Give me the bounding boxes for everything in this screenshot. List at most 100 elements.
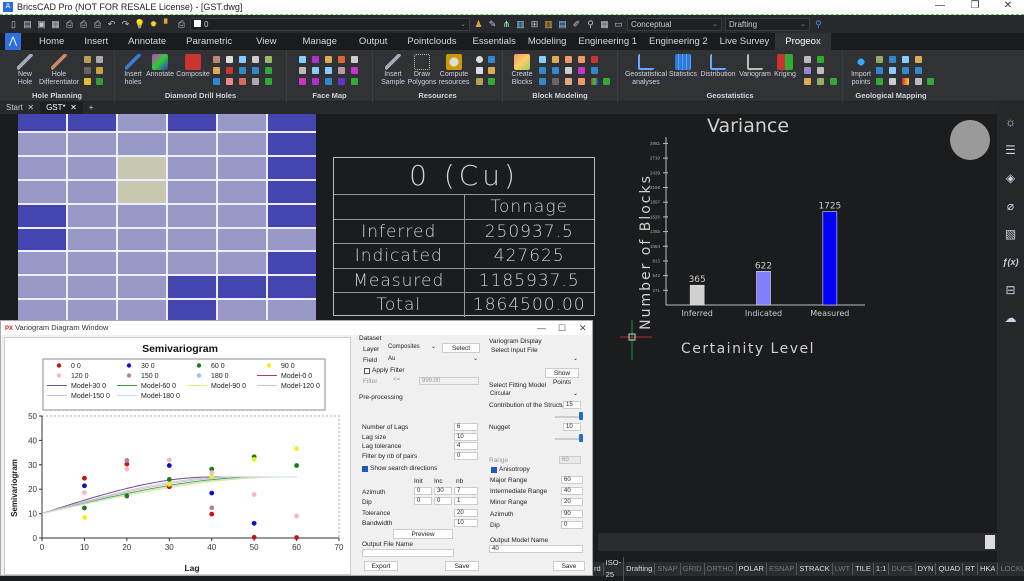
function-icon[interactable]: ƒ(x) [997,248,1024,276]
tool-icon[interactable] [876,56,883,63]
display-save-button[interactable]: Save [553,561,585,571]
tool-icon[interactable] [312,78,319,85]
minimize-button[interactable]: — [930,0,950,11]
tool-icon[interactable] [915,67,922,74]
table-icon[interactable]: ▤ [557,19,568,30]
tool-icon[interactable] [817,56,824,63]
tool-icon[interactable] [252,67,259,74]
filter-pairs-select[interactable] [429,452,449,460]
tool-icon[interactable] [591,67,598,74]
tool-icon[interactable] [539,67,546,74]
nugget-slider-thumb[interactable] [579,434,583,442]
tool-icon[interactable] [902,67,909,74]
variogram-button[interactable]: Variogram [738,54,772,79]
status-toggle-snap[interactable]: SNAP [655,563,681,575]
pencil-icon[interactable] [96,67,103,74]
navigation-wheel-icon[interactable] [950,120,990,160]
layers-prop-icon[interactable]: ▥ [543,19,554,30]
geostatistical-analyses-button[interactable]: Geostatistical analyses [624,54,668,87]
export-button[interactable]: Export [364,561,398,571]
filter-value-spinner[interactable]: 999.00 [419,377,479,385]
insert-sample-button[interactable]: Insert Sample [379,54,407,87]
tool-icon[interactable] [591,78,598,85]
sliders-icon[interactable]: ☰ [997,136,1024,164]
checkbox-icon[interactable] [351,78,358,85]
select-input-select[interactable]: ⌄ [488,356,580,364]
new-file-icon[interactable]: ▯ [8,19,19,30]
tool-icon[interactable] [817,67,824,74]
status-toggle-esnap[interactable]: ESNAP [767,563,798,575]
tool-icon[interactable] [325,56,332,63]
tool-icon[interactable] [299,67,306,74]
show-points-button[interactable]: Show Points [545,368,579,386]
tool-icon[interactable] [804,78,811,85]
tool-icon[interactable] [265,56,272,63]
print-icon[interactable]: ⎙ [64,19,75,30]
checkbox-icon[interactable] [927,78,934,85]
tool-icon[interactable] [804,67,811,74]
visual-style-combo[interactable]: Conceptual ⌄ [627,17,722,31]
eraser-icon[interactable]: ✐ [571,19,582,30]
grid-hatch-icon[interactable]: ▧ [997,220,1024,248]
display-dip-input[interactable]: 0 [561,521,583,529]
tab-output[interactable]: Output [349,33,398,50]
tool-icon[interactable] [565,67,572,74]
major-range-input[interactable]: 60 [561,476,583,484]
checkbox-icon[interactable] [488,78,495,85]
display-azimuth-input[interactable]: 90 [561,510,583,518]
tool-icon[interactable] [351,56,358,63]
minor-range-input[interactable]: 20 [561,498,583,506]
tool-icon[interactable] [213,56,220,63]
tree-view-icon[interactable]: ⋔ [501,19,512,30]
close-icon[interactable]: ✕ [70,103,77,112]
tool-icon[interactable] [804,56,811,63]
plot-preview-icon[interactable]: ⎙ [78,19,89,30]
open-file-icon[interactable]: ▤ [22,19,33,30]
status-toggle-rd[interactable]: rd [592,563,604,575]
composite-button[interactable]: Composite [176,54,210,79]
checkbox-icon[interactable] [265,67,272,74]
tool-icon[interactable] [552,67,559,74]
checkbox-icon[interactable] [603,78,610,85]
status-toggle-rt[interactable]: RT [963,563,979,575]
status-toggle-dyn[interactable]: DYN [916,563,937,575]
calc-icon[interactable]: ▦ [599,19,610,30]
layer-states-icon[interactable]: ▥ [515,19,526,30]
tool-icon[interactable] [889,78,896,85]
preview-button[interactable]: Preview [393,529,453,539]
status-toggle-hka[interactable]: HKA [978,563,999,575]
tool-icon[interactable] [84,67,91,74]
tab-parametric[interactable]: Parametric [176,33,242,50]
tool-icon[interactable] [552,56,559,63]
anisotropy-checkbox[interactable] [491,467,497,473]
redo-icon[interactable]: ↷ [120,19,131,30]
statistics-button[interactable]: Statistics [668,54,698,79]
range-input[interactable]: 60 [559,456,581,464]
tab-progeox[interactable]: Progeox [775,33,831,50]
select-button[interactable]: Select [442,343,480,353]
horizontal-scrollbar[interactable] [598,533,997,551]
tool-icon[interactable] [338,56,345,63]
minimize-button[interactable]: — [537,321,546,335]
tab-engineering-1[interactable]: Engineering 1 [572,33,643,50]
workspace-combo[interactable]: Drafting ⌄ [725,17,810,31]
status-toggle-ducs[interactable]: DUCS [889,563,916,575]
show-search-directions-checkbox[interactable] [362,466,368,472]
tool-icon[interactable] [312,56,319,63]
number-of-lags-input[interactable]: 6 [454,423,478,431]
tool-icon[interactable] [565,78,572,85]
new-tab-button[interactable]: + [83,102,100,114]
structure-icon[interactable]: ⊞ [529,19,540,30]
kriging-button[interactable]: Kriging [772,54,798,79]
tool-icon[interactable] [915,78,922,85]
tool-icon[interactable] [325,67,332,74]
app-menu-button[interactable]: ⋀ [5,33,21,50]
compute-resources-button[interactable]: Compute resources [436,54,472,87]
tool-icon[interactable] [578,67,585,74]
fitting-model-select[interactable]: Circular ⌄ [488,391,580,399]
layer-freeze-icon[interactable]: ✹ [148,19,159,30]
tool-icon[interactable] [239,56,246,63]
tool-icon[interactable] [338,78,345,85]
tool-icon[interactable] [902,56,909,63]
azimuth-nb-spinner[interactable]: 7 [454,487,478,495]
